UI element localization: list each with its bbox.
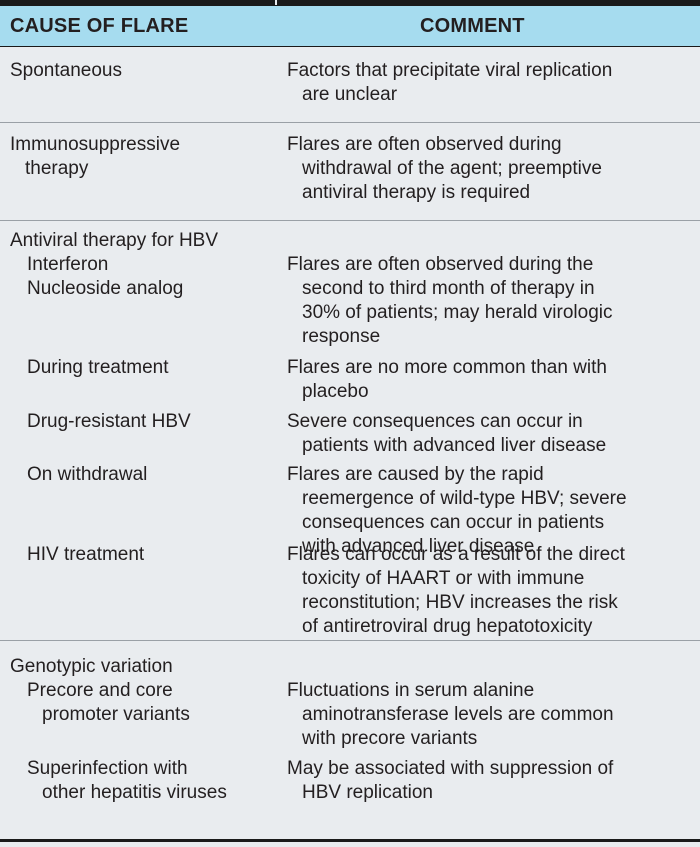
cause-immunosuppressive: Immunosuppressive therapy [10, 133, 180, 181]
cause-during-treatment: During treatment [27, 357, 169, 378]
cause-interferon: Interferon Nucleoside analog [27, 253, 183, 301]
section-immunosuppressive: Immunosuppressive therapy Flares are oft… [0, 123, 700, 221]
section-spontaneous: Spontaneous Factors that precipitate vir… [0, 47, 700, 123]
comment-line: Flares can occur as a result of the dire… [287, 544, 625, 565]
bottom-rule [0, 839, 700, 842]
comment-precore: Fluctuations in serum alanine aminotrans… [287, 679, 614, 751]
comment-line: with precore variants [302, 728, 478, 749]
section-genotypic: Genotypic variation Precore and core pro… [0, 641, 700, 834]
comment-spontaneous: Factors that precipitate viral replicati… [287, 59, 612, 107]
comment-line: Flares are often observed during the [287, 254, 594, 275]
comment-line: are unclear [302, 84, 398, 105]
cause-line: Precore and core [27, 680, 173, 701]
comment-line: response [302, 326, 381, 347]
table-header: CAUSE OF FLARE COMMENT [0, 5, 700, 47]
cause-line: Interferon [27, 254, 109, 275]
comment-line: Flares are caused by the rapid [287, 464, 544, 485]
comment-line: Severe consequences can occur in [287, 411, 583, 432]
header-comment: COMMENT [420, 15, 525, 37]
cause-line: promoter variants [42, 704, 190, 725]
cause-line: Nucleoside analog [27, 278, 184, 299]
comment-line: consequences can occur in patients [302, 512, 605, 533]
antiviral-title: Antiviral therapy for HBV [10, 230, 219, 251]
comment-line: Factors that precipitate viral replicati… [287, 60, 613, 81]
comment-drug-resistant: Severe consequences can occur in patient… [287, 410, 606, 458]
genotypic-title: Genotypic variation [10, 656, 173, 677]
comment-line: withdrawal of the agent; preemptive [302, 158, 602, 179]
cause-hiv-treatment: HIV treatment [27, 544, 145, 565]
flare-causes-table: CAUSE OF FLARE COMMENT Spontaneous Facto… [0, 5, 700, 847]
comment-immunosuppressive: Flares are often observed during withdra… [287, 133, 602, 205]
comment-line: Flares are no more common than with [287, 357, 607, 378]
cause-line: therapy [25, 158, 89, 179]
comment-line: HBV replication [302, 782, 433, 803]
comment-interferon: Flares are often observed during the sec… [287, 253, 613, 349]
comment-line: reemergence of wild-type HBV; severe [302, 488, 627, 509]
comment-line: aminotransferase levels are common [302, 704, 614, 725]
comment-line: of antiretroviral drug hepatotoxicity [302, 616, 593, 637]
comment-line: reconstitution; HBV increases the risk [302, 592, 618, 613]
cause-spontaneous: Spontaneous [10, 60, 122, 81]
cause-line: Superinfection with [27, 758, 188, 779]
comment-line: toxicity of HAART or with immune [302, 568, 585, 589]
cause-superinfection: Superinfection with other hepatitis viru… [27, 757, 227, 805]
comment-line: patients with advanced liver disease [302, 435, 607, 456]
header-cause: CAUSE OF FLARE [10, 15, 189, 37]
comment-line: Flares are often observed during [287, 134, 562, 155]
cause-precore: Precore and core promoter variants [27, 679, 190, 727]
cause-drug-resistant: Drug-resistant HBV [27, 411, 191, 432]
comment-line: Fluctuations in serum alanine [287, 680, 535, 701]
section-antiviral: Antiviral therapy for HBV Interferon Nuc… [0, 221, 700, 641]
comment-hiv-treatment: Flares can occur as a result of the dire… [287, 543, 625, 639]
cause-on-withdrawal: On withdrawal [27, 464, 148, 485]
comment-line: placebo [302, 381, 369, 402]
comment-superinfection: May be associated with suppression of HB… [287, 757, 613, 805]
comment-during-treatment: Flares are no more common than with plac… [287, 356, 607, 404]
comment-line: 30% of patients; may herald virologic [302, 302, 613, 323]
comment-line: antiviral therapy is required [302, 182, 531, 203]
comment-line: May be associated with suppression of [287, 758, 614, 779]
cause-line: other hepatitis viruses [42, 782, 227, 803]
cause-line: Immunosuppressive [10, 134, 181, 155]
comment-line: second to third month of therapy in [302, 278, 595, 299]
